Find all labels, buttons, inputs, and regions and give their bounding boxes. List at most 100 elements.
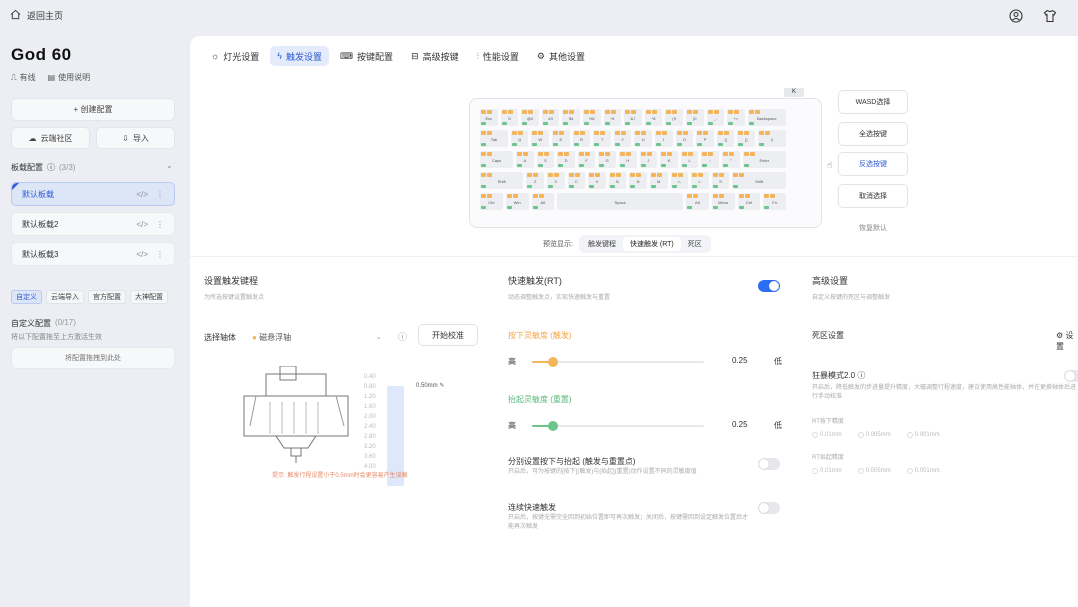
tab-advanced-keys[interactable]: ⊟ 高级按键 [404, 46, 466, 66]
press-sensitivity-slider[interactable] [532, 357, 704, 367]
manual-link[interactable]: ▤ 使用说明 [48, 72, 91, 83]
key[interactable]: _- [706, 109, 725, 126]
key[interactable]: B [608, 172, 627, 189]
rt-toggle[interactable] [758, 280, 780, 292]
key[interactable]: *8 [644, 109, 663, 126]
back-home-button[interactable]: 返回主页 [10, 9, 63, 22]
key[interactable]: (9 [665, 109, 683, 126]
key[interactable]: G [598, 151, 617, 168]
key[interactable]: >. [691, 172, 709, 189]
key[interactable]: C [567, 172, 586, 189]
tab-other[interactable]: ⚙ 其他设置 [530, 46, 592, 66]
user-icon[interactable] [1008, 8, 1024, 24]
key[interactable]: Enter [742, 151, 786, 168]
key[interactable]: |\ [758, 130, 786, 147]
key[interactable]: Ctrl [480, 193, 503, 210]
key[interactable]: )0 [685, 109, 704, 126]
key[interactable]: W [531, 130, 550, 147]
chevron-down-icon[interactable]: ⌄ [166, 161, 173, 170]
radio-option[interactable]: 0.001mm [906, 432, 940, 438]
separate-toggle[interactable] [758, 458, 780, 470]
profile-item[interactable]: 默认板载3 </> ⋮ [11, 242, 175, 266]
profile-item[interactable]: 默认板载2 </> ⋮ [11, 212, 175, 236]
key[interactable]: F [577, 151, 596, 168]
key[interactable]: %5 [582, 109, 601, 126]
chip-expert[interactable]: 大神配置 [130, 290, 168, 304]
key[interactable]: M [649, 172, 668, 189]
key[interactable]: T [593, 130, 611, 147]
key[interactable]: D [557, 151, 575, 168]
create-config-button[interactable]: + 创建配置 [11, 98, 175, 121]
continuous-toggle[interactable] [758, 502, 780, 514]
invert-select-button[interactable]: 反选按键 [838, 152, 908, 176]
key[interactable]: $4 [562, 109, 580, 126]
help-icon[interactable]: ⓘ [398, 330, 407, 343]
key[interactable]: #3 [541, 109, 560, 126]
key[interactable]: &7 [624, 109, 642, 126]
key[interactable]: Alt [531, 193, 555, 210]
key[interactable]: Win [505, 193, 529, 210]
key[interactable]: Esc [480, 109, 498, 126]
key[interactable]: "' [721, 151, 740, 168]
key[interactable]: E [552, 130, 570, 147]
preview-trigger[interactable]: 触发键程 [581, 237, 623, 251]
key[interactable]: J [639, 151, 658, 168]
restore-default-button[interactable]: 恢复默认 [838, 216, 908, 240]
radio-option[interactable]: 0.01mm [812, 432, 842, 438]
key[interactable]: I [655, 130, 673, 147]
key[interactable]: H [619, 151, 637, 168]
code-icon[interactable]: </> [136, 190, 148, 199]
key[interactable]: Shift [732, 172, 786, 189]
drop-zone[interactable]: 将配置拖拽到此处 [11, 347, 175, 369]
key[interactable]: N [629, 172, 647, 189]
key[interactable]: Space [557, 193, 683, 210]
key[interactable]: Y [613, 130, 632, 147]
key[interactable]: S [536, 151, 555, 168]
cloud-community-button[interactable]: ☁ 云端社区 [11, 127, 90, 149]
key[interactable]: ?/ [711, 172, 730, 189]
key[interactable]: V [588, 172, 606, 189]
key[interactable]: {[ [716, 130, 735, 147]
deadzone-settings[interactable]: ⚙ 设置 [1056, 330, 1078, 352]
key[interactable]: ^6 [603, 109, 622, 126]
chip-custom[interactable]: 自定义 [11, 290, 42, 304]
key[interactable]: L [680, 151, 699, 168]
radio-option[interactable]: 0.001mm [906, 468, 940, 474]
key[interactable]: !1 [500, 109, 519, 126]
key[interactable]: }] [737, 130, 756, 147]
wasd-select-button[interactable]: WASD选择 [838, 90, 908, 114]
profile-item[interactable]: 默认板载 </> ⋮ [11, 182, 175, 206]
tab-trigger[interactable]: ϟ 触发设置 [270, 46, 330, 66]
code-icon[interactable]: </> [136, 220, 148, 229]
select-all-button[interactable]: 全选按键 [838, 122, 908, 146]
press-slider-knob[interactable] [547, 357, 558, 367]
key[interactable]: Shift [480, 172, 524, 189]
key[interactable]: Tab [480, 130, 508, 147]
preview-rt[interactable]: 快速触发 (RT) [622, 237, 681, 251]
more-icon[interactable]: ⋮ [156, 220, 164, 229]
key[interactable]: Menu [711, 193, 735, 210]
radio-option[interactable]: 0.005mm [857, 432, 891, 438]
more-icon[interactable]: ⋮ [156, 190, 164, 199]
key[interactable]: Caps [480, 151, 514, 168]
key[interactable]: K [660, 151, 678, 168]
radio-option[interactable]: 0.005mm [857, 468, 891, 474]
preview-deadzone[interactable]: 死区 [681, 237, 709, 251]
key[interactable]: Alt [686, 193, 709, 210]
edit-icon[interactable]: ✎ [439, 383, 444, 389]
more-icon[interactable]: ⋮ [156, 250, 164, 259]
key[interactable]: R [572, 130, 591, 147]
key[interactable]: X [546, 172, 565, 189]
key[interactable]: Fn [763, 193, 786, 210]
mode-toggle[interactable] [1064, 370, 1078, 382]
key[interactable]: A [516, 151, 534, 168]
radio-option[interactable]: 0.01mm [812, 468, 842, 474]
key[interactable]: Backspace [747, 109, 786, 126]
code-icon[interactable]: </> [136, 250, 148, 259]
key[interactable]: += [727, 109, 745, 126]
key[interactable]: P [696, 130, 714, 147]
help-icon[interactable]: ⓘ [47, 162, 55, 173]
key[interactable]: :; [701, 151, 719, 168]
release-sensitivity-slider[interactable] [532, 421, 704, 431]
release-slider-knob[interactable] [547, 421, 558, 431]
